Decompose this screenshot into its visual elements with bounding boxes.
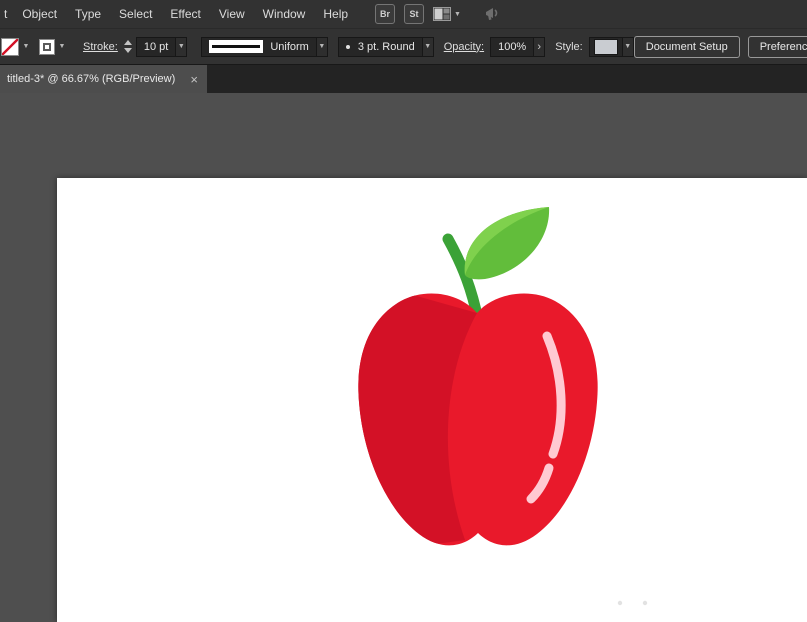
stock-icon[interactable]: St	[404, 4, 425, 24]
style-swatch-icon	[593, 38, 618, 55]
uniform-profile-icon	[209, 40, 264, 53]
chevron-down-icon: ▼	[624, 43, 632, 50]
workspace-switcher[interactable]: ▼	[433, 7, 461, 21]
stepper-up-icon	[123, 40, 132, 45]
bridge-icon[interactable]: Br	[375, 4, 396, 24]
width-profile-dropdown-button[interactable]: ▼	[316, 36, 328, 57]
menubar-icon-group: Br St ▼	[375, 4, 502, 24]
stroke-weight-stepper[interactable]	[123, 40, 132, 53]
fill-swatch-none[interactable]	[1, 37, 19, 56]
width-profile-dropdown[interactable]: Uniform	[201, 36, 317, 57]
apple-illustration[interactable]	[57, 178, 807, 622]
artboard[interactable]	[57, 178, 807, 622]
menu-item-select[interactable]: Select	[110, 7, 161, 21]
opacity-flyout-button[interactable]: ›	[534, 36, 546, 57]
chevron-down-icon: ▼	[454, 10, 461, 18]
chevron-down-icon: ▼	[22, 43, 30, 50]
fill-swatch-dropdown[interactable]: ▼	[19, 38, 33, 56]
graphic-style-dropdown[interactable]	[588, 36, 623, 57]
brush-definition-dropdown[interactable]: 3 pt. Round	[337, 36, 423, 57]
chevron-down-icon: ▼	[58, 43, 66, 50]
menu-item-view[interactable]: View	[210, 7, 254, 21]
brush-value: 3 pt. Round	[357, 40, 415, 53]
stepper-down-icon	[123, 48, 132, 53]
document-tab-bar: titled-3* @ 66.67% (RGB/Preview) ×	[0, 65, 807, 93]
opacity-field[interactable]: 100%	[490, 36, 535, 57]
document-tab[interactable]: titled-3* @ 66.67% (RGB/Preview) ×	[0, 65, 207, 93]
brush-preview-icon	[345, 44, 350, 49]
menu-item-edit-partial[interactable]: t	[2, 7, 13, 21]
width-profile-value: Uniform	[270, 40, 309, 53]
canvas-pasteboard[interactable]	[0, 93, 807, 622]
share-icon	[485, 8, 498, 20]
menu-item-type[interactable]: Type	[66, 7, 110, 21]
opacity-panel-link[interactable]: Opacity:	[444, 41, 484, 53]
menu-item-help[interactable]: Help	[314, 7, 357, 21]
control-bar: ▼ ▼ Stroke: 10 pt ▼ Uniform ▼ 3 pt. Roun…	[0, 29, 807, 65]
none-fill-icon	[1, 37, 19, 56]
stroke-weight-field[interactable]: 10 pt	[135, 36, 177, 57]
close-tab-icon[interactable]: ×	[182, 73, 198, 86]
document-setup-button[interactable]: Document Setup	[633, 35, 740, 58]
stroke-swatch[interactable]	[39, 38, 55, 55]
chevron-down-icon: ▼	[177, 43, 185, 50]
stroke-ring-icon	[43, 42, 51, 51]
menu-item-object[interactable]: Object	[13, 7, 66, 21]
stroke-swatch-dropdown[interactable]: ▼	[55, 38, 69, 56]
watermark-dot	[642, 600, 648, 606]
chevron-down-icon: ▼	[424, 43, 432, 50]
style-label: Style:	[555, 40, 583, 53]
stroke-weight-dropdown[interactable]: ▼	[176, 36, 188, 57]
document-tab-title: titled-3* @ 66.67% (RGB/Preview)	[7, 73, 176, 85]
menu-bar: t Object Type Select Effect View Window …	[0, 0, 807, 29]
watermark-dot	[617, 600, 623, 606]
preferences-button[interactable]: Preferences	[747, 35, 807, 58]
share-feedback-button[interactable]	[484, 6, 502, 22]
brush-dropdown-button[interactable]: ▼	[422, 36, 434, 57]
menu-item-window[interactable]: Window	[254, 7, 315, 21]
stroke-panel-link[interactable]: Stroke:	[83, 41, 118, 53]
graphic-style-dropdown-button[interactable]: ▼	[622, 36, 634, 57]
chevron-down-icon: ▼	[318, 43, 326, 50]
workspace-layout-icon	[433, 7, 452, 21]
menu-item-effect[interactable]: Effect	[161, 7, 209, 21]
